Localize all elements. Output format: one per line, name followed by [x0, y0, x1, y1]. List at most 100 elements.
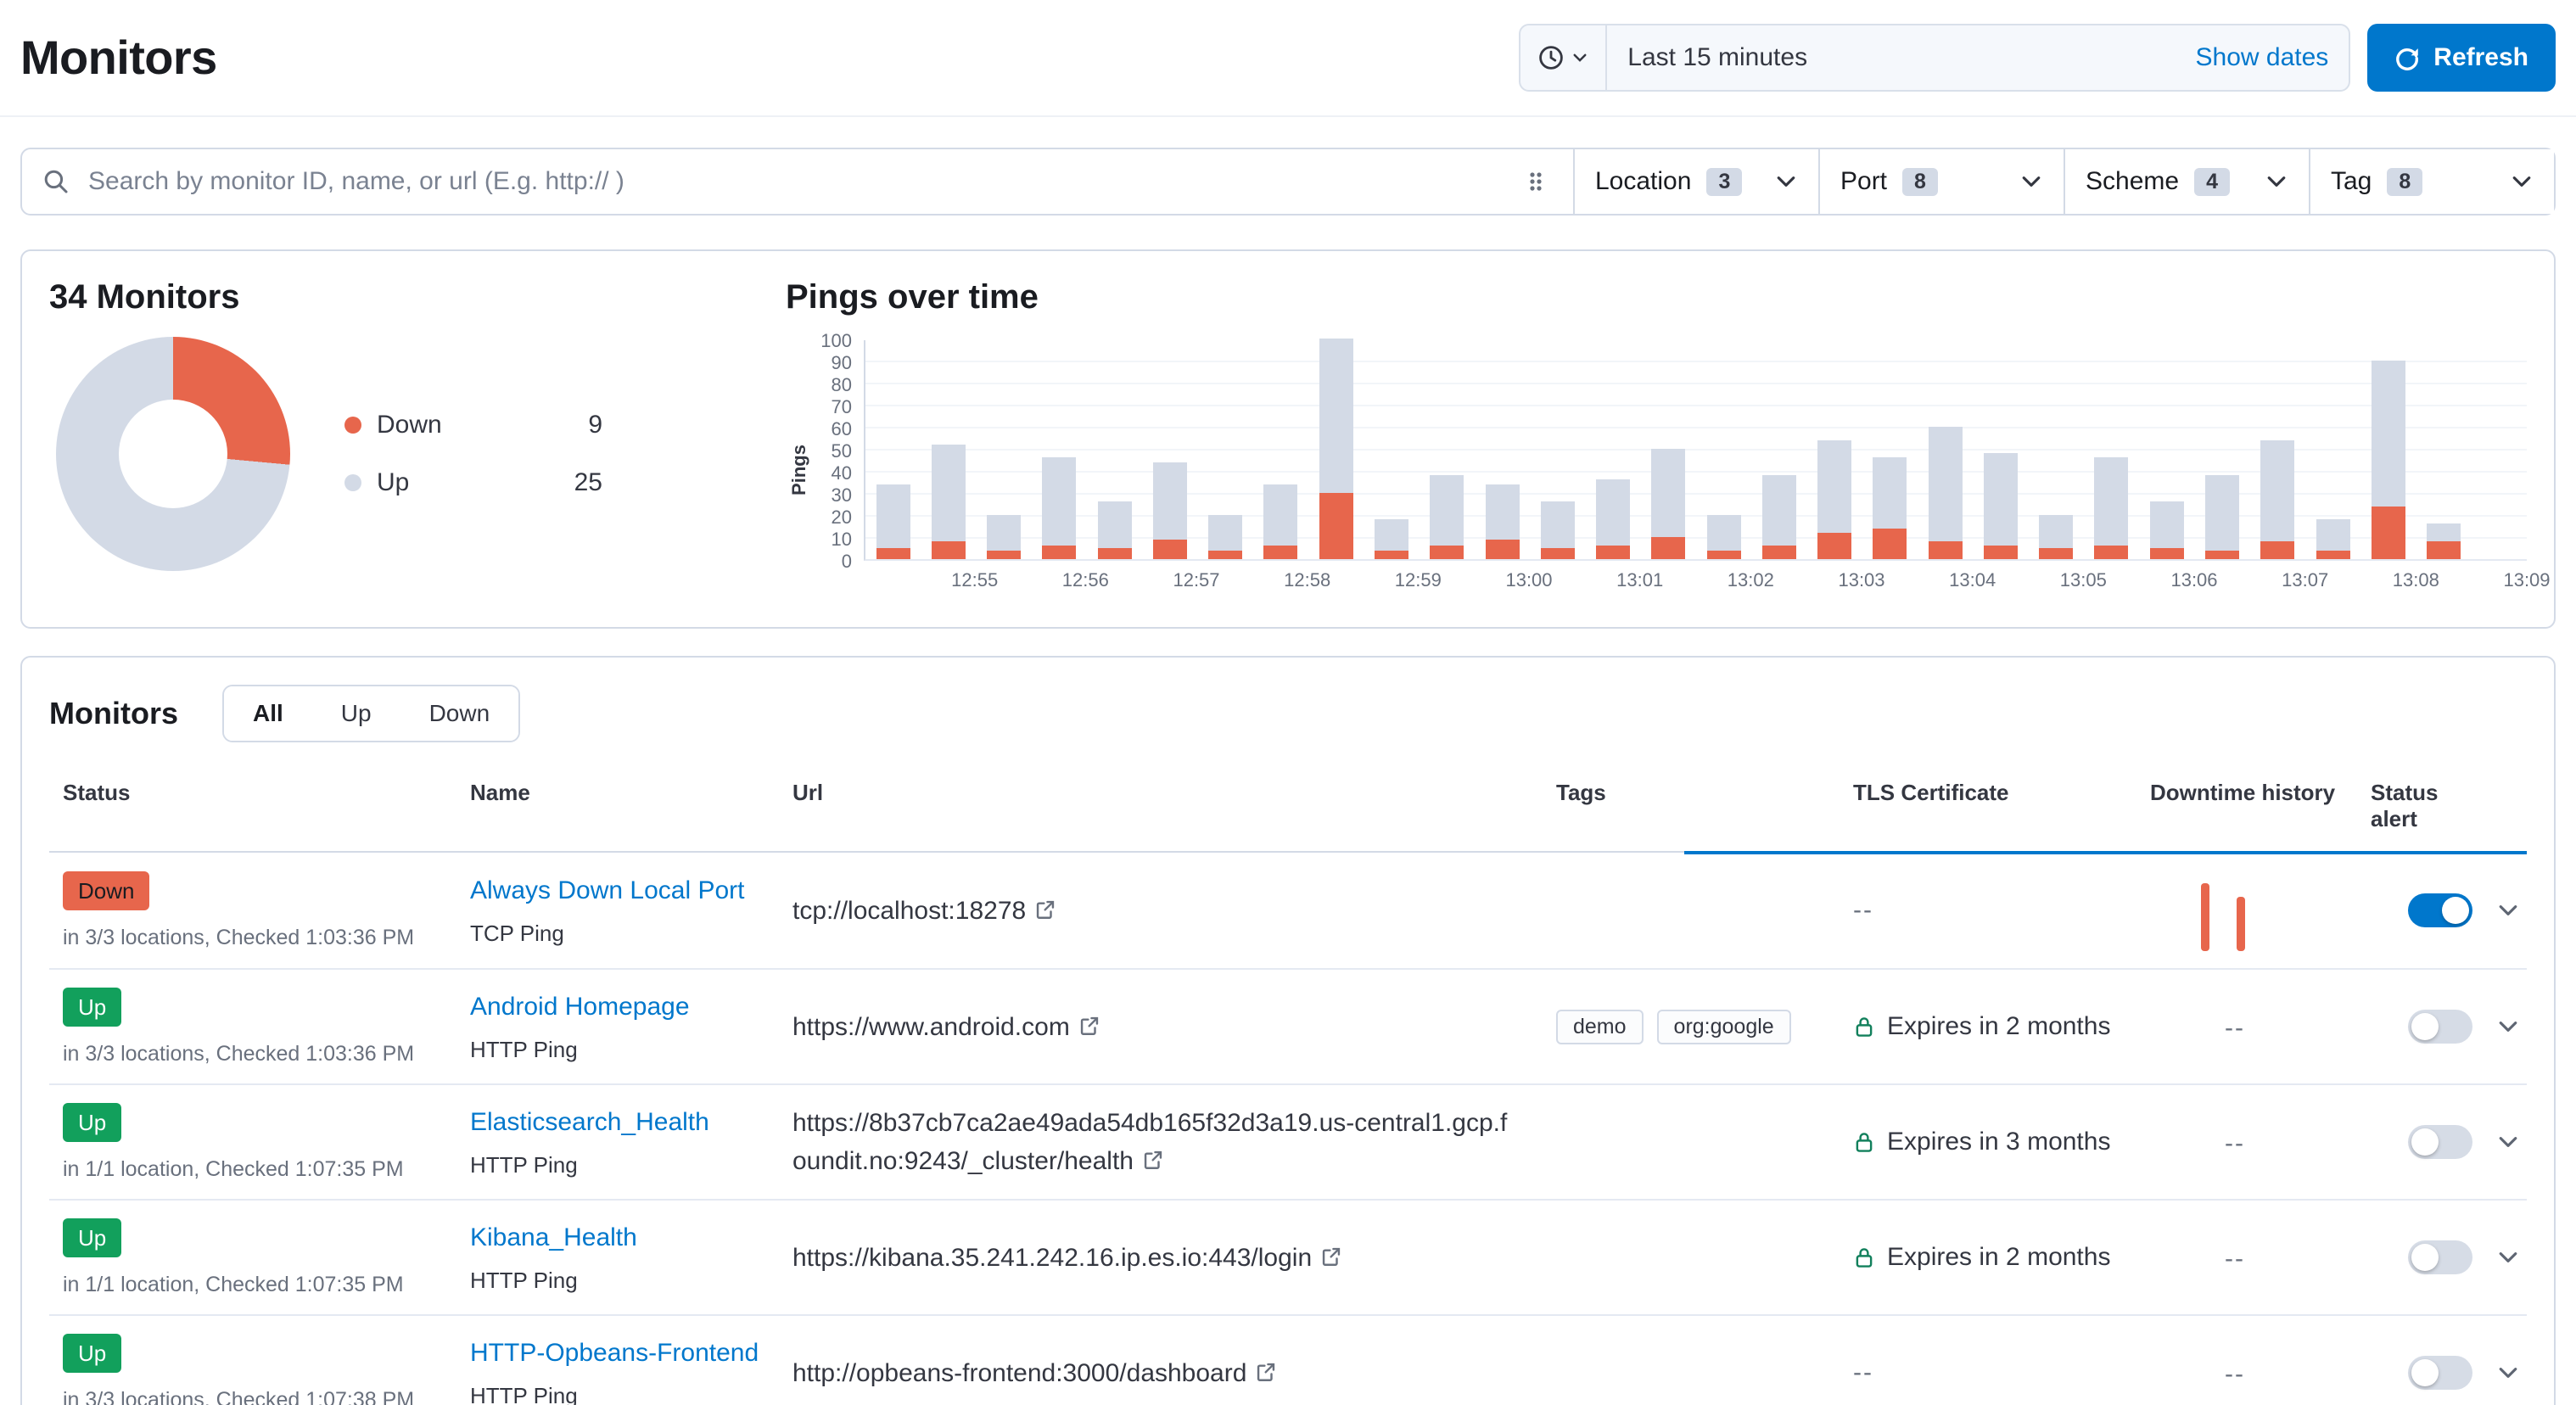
filter-label: Tag: [2331, 167, 2372, 196]
time-range-value[interactable]: Last 15 minutes: [1607, 43, 2175, 72]
filter-tag[interactable]: Tag 8: [2309, 149, 2554, 214]
status-filter-tabs: AllUpDown: [222, 685, 520, 742]
expand-row-button[interactable]: [2489, 1008, 2527, 1045]
y-tick: 90: [813, 352, 852, 374]
bar-up-segment: [876, 484, 910, 548]
filter-port[interactable]: Port 8: [1818, 149, 2064, 214]
filter-count-badge: 4: [2194, 168, 2230, 196]
bar-slot: [1585, 340, 1640, 559]
status-alert-toggle[interactable]: [2408, 1125, 2472, 1159]
bar-slot: [1475, 340, 1530, 559]
expand-row-button[interactable]: [2489, 1354, 2527, 1391]
tab-up[interactable]: Up: [312, 686, 400, 741]
y-axis-ticks: 1009080706050403020100: [813, 330, 864, 571]
bar-down-segment: [1596, 546, 1630, 559]
column-header-url: Url: [792, 780, 1556, 832]
status-alert-toggle[interactable]: [2408, 1356, 2472, 1390]
page-title: Monitors: [20, 24, 217, 92]
monitor-url: https://kibana.35.241.242.16.ip.es.io:44…: [792, 1239, 1556, 1277]
legend-dot: [344, 417, 361, 434]
ping-bar: [1873, 457, 1907, 559]
x-tick: 13:01: [1616, 569, 1663, 591]
bar-slot: [1308, 340, 1364, 559]
show-dates-button[interactable]: Show dates: [2176, 43, 2349, 72]
status-alert-toggle[interactable]: [2408, 1240, 2472, 1274]
search-input[interactable]: [85, 165, 1504, 198]
lock-icon: [1853, 1245, 1875, 1269]
bar-down-segment: [1263, 546, 1297, 559]
bar-down-segment: [2427, 541, 2461, 559]
tags-cell: demoorg:google: [1556, 1009, 1853, 1044]
chevron-down-icon: [2019, 170, 2043, 193]
bar-slot: [2472, 340, 2527, 559]
bar-slot: [1087, 340, 1142, 559]
bar-down-segment: [1208, 551, 1242, 559]
bar-up-segment: [1208, 515, 1242, 551]
expand-row-button[interactable]: [2489, 1239, 2527, 1276]
bar-down-segment: [1486, 540, 1520, 559]
toggle-knob: [2442, 897, 2469, 924]
bar-down-segment: [932, 541, 966, 559]
lock-icon: [1853, 1015, 1875, 1038]
ping-bar: [1042, 457, 1076, 559]
chevron-down-icon: [2496, 1015, 2520, 1038]
column-header-status: Status: [63, 780, 470, 832]
bar-up-segment: [1984, 453, 2018, 546]
downtime-cell: --: [2150, 1127, 2371, 1158]
bar-up-segment: [1153, 462, 1187, 540]
bar-down-segment: [1319, 493, 1353, 559]
ping-bar: [2427, 523, 2461, 559]
tls-cell: Expires in 3 months: [1853, 1128, 2150, 1156]
name-cell: Always Down Local Port TCP Ping: [470, 874, 792, 947]
external-link-icon[interactable]: [1255, 1361, 1277, 1383]
external-link-icon[interactable]: [1078, 1015, 1100, 1037]
x-tick: 12:57: [1173, 569, 1219, 591]
vertical-dots-icon[interactable]: [1519, 165, 1553, 199]
status-alert-toggle[interactable]: [2408, 893, 2472, 927]
table-row: Up in 3/3 locations, Checked 1:03:36 PM …: [49, 970, 2527, 1085]
legend-value: 9: [552, 411, 602, 439]
monitor-type: HTTP Ping: [470, 1152, 792, 1178]
bar-up-segment: [932, 445, 966, 541]
external-link-icon[interactable]: [1320, 1245, 1342, 1268]
monitor-url: https://8b37cb7ca2ae49ada54db165f32d3a19…: [792, 1104, 1556, 1180]
monitor-name-link[interactable]: Kibana_Health: [470, 1223, 637, 1251]
downtime-cell: --: [2150, 1357, 2371, 1389]
bar-slot: [2250, 340, 2305, 559]
ping-bar: [2094, 457, 2128, 559]
filter-scheme[interactable]: Scheme 4: [2064, 149, 2309, 214]
bar-slot: [865, 340, 921, 559]
monitor-name-link[interactable]: Always Down Local Port: [470, 876, 744, 904]
filter-count-badge: 8: [2387, 168, 2422, 196]
x-tick: 13:07: [2282, 569, 2328, 591]
ping-bar: [1375, 519, 1408, 559]
ping-bar: [1817, 440, 1851, 559]
refresh-button[interactable]: Refresh: [2367, 24, 2556, 92]
status-alert-toggle[interactable]: [2408, 1010, 2472, 1044]
ping-bar: [2205, 475, 2239, 559]
tls-expiry: Expires in 2 months: [1887, 1012, 2110, 1041]
bar-slot: [1420, 340, 1475, 559]
monitor-name-link[interactable]: HTTP-Opbeans-Frontend: [470, 1339, 759, 1367]
tab-down[interactable]: Down: [400, 686, 519, 741]
y-tick: 100: [813, 330, 852, 352]
expand-row-button[interactable]: [2489, 1123, 2527, 1161]
monitor-url: http://opbeans-frontend:3000/dashboard: [792, 1354, 1556, 1392]
bar-down-segment: [1817, 533, 1851, 559]
ping-bar: [1263, 484, 1297, 559]
tab-all[interactable]: All: [224, 686, 312, 741]
monitors-page: Monitors Last 15 minutes Show dates Refr…: [0, 0, 2576, 1405]
bar-slot: [2416, 340, 2471, 559]
column-header-downtime-history: Downtime history: [2150, 780, 2371, 832]
time-quick-select-button[interactable]: [1520, 25, 1607, 90]
expand-row-button[interactable]: [2489, 892, 2527, 929]
y-tick: 30: [813, 484, 852, 507]
monitor-name-link[interactable]: Android Homepage: [470, 993, 690, 1021]
external-link-icon[interactable]: [1142, 1149, 1164, 1171]
name-cell: HTTP-Opbeans-Frontend HTTP Ping: [470, 1336, 792, 1405]
ping-bar: [987, 515, 1021, 559]
external-link-icon[interactable]: [1034, 898, 1056, 921]
monitor-name-link[interactable]: Elasticsearch_Health: [470, 1108, 709, 1136]
downtime-bar: [2201, 883, 2209, 951]
filter-location[interactable]: Location 3: [1575, 149, 1818, 214]
